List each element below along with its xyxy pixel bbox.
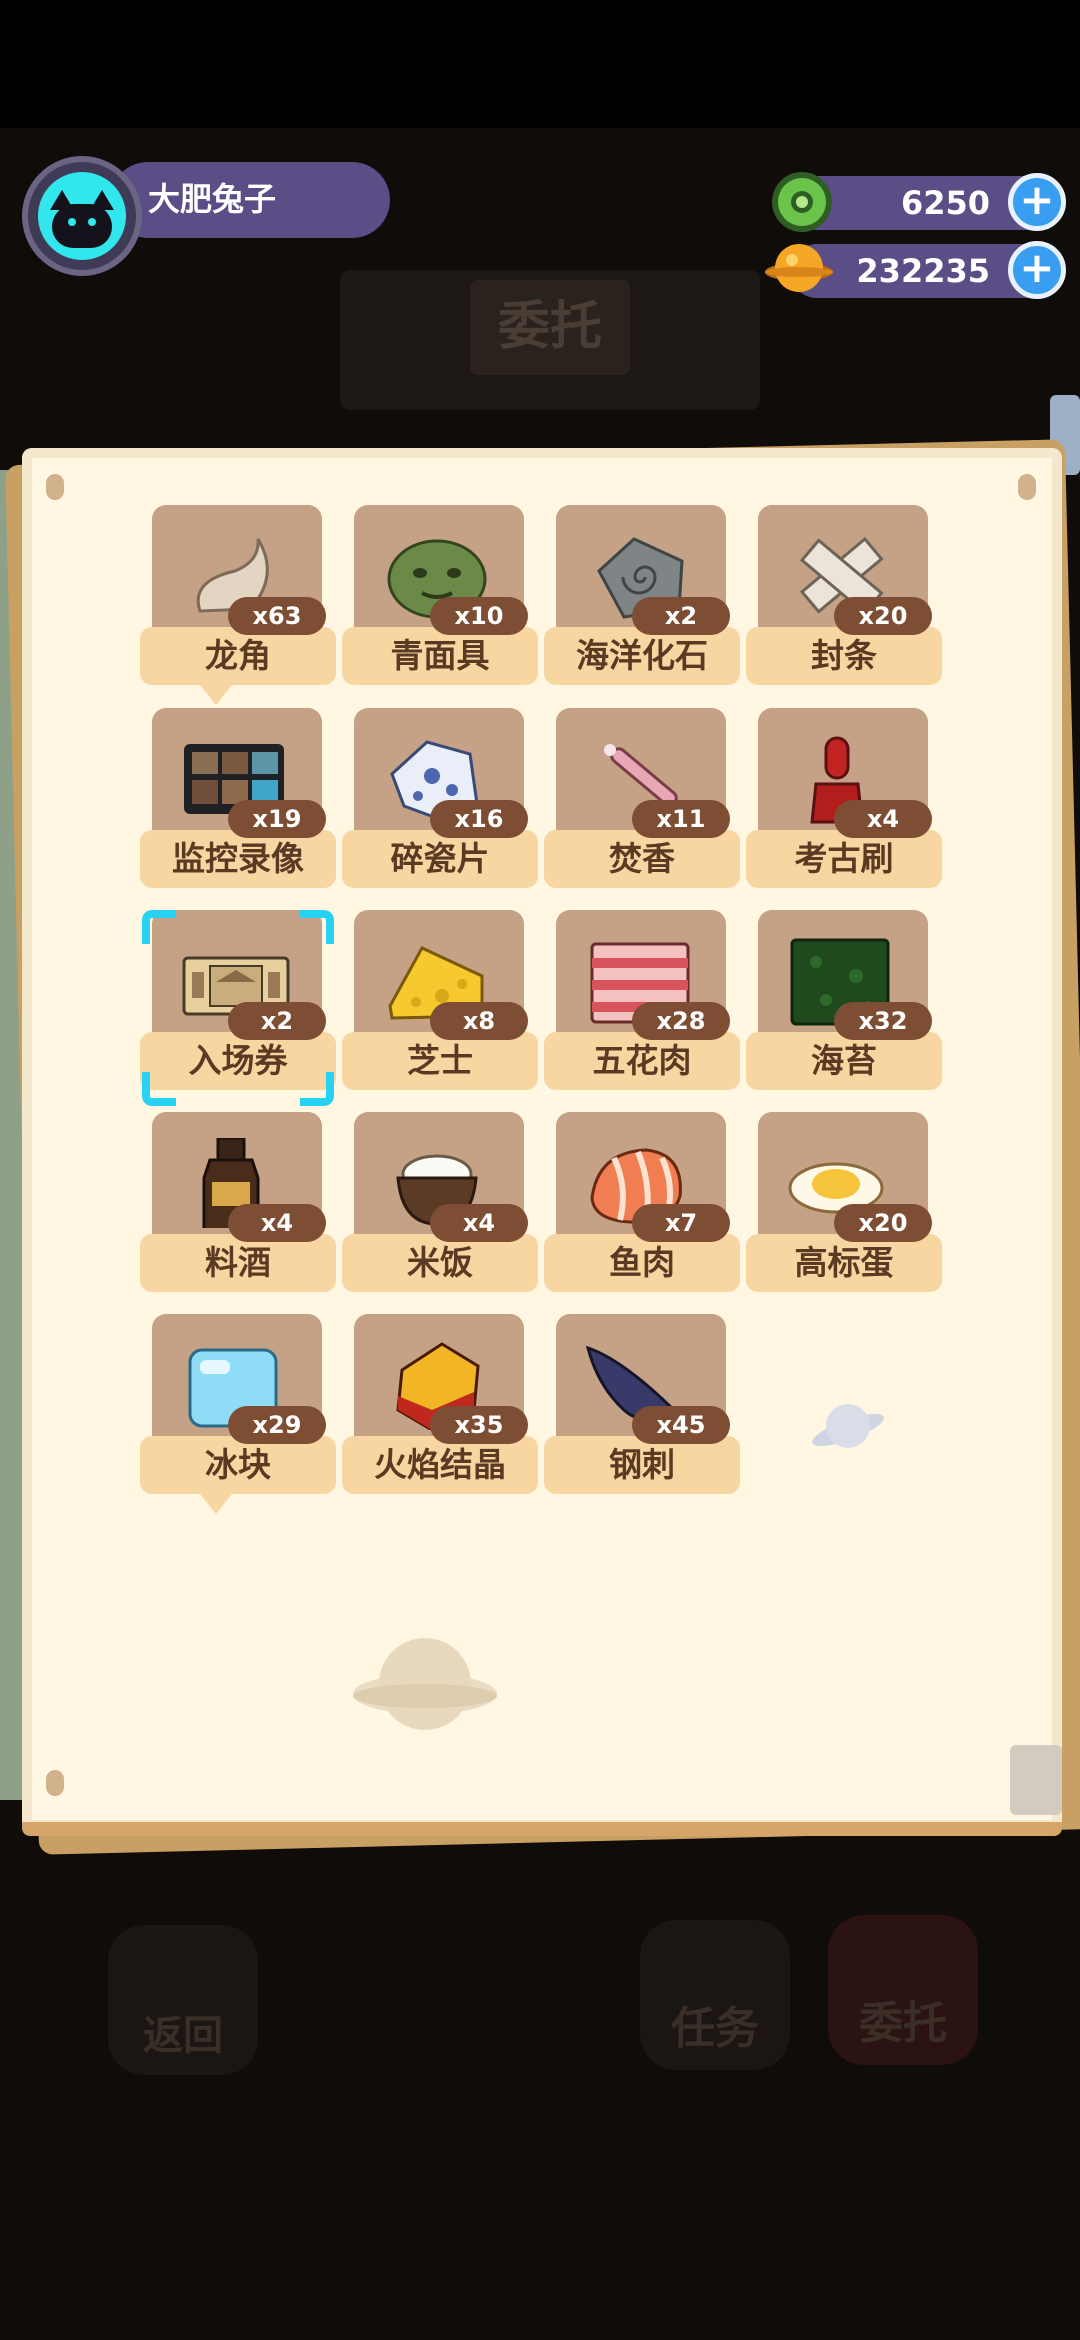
selection-corner xyxy=(142,910,176,944)
item-count: x4 xyxy=(430,1204,528,1242)
item-count: x20 xyxy=(834,597,932,635)
label-tail xyxy=(200,1494,232,1514)
item-name: 钢刺 xyxy=(544,1436,740,1494)
panel-bottom-edge xyxy=(22,1822,1062,1836)
item-name: 封条 xyxy=(746,627,942,685)
item-name: 米饭 xyxy=(342,1234,538,1292)
inventory-item[interactable]: 龙角 x63 xyxy=(140,505,336,705)
inventory-item[interactable]: 鱼肉 x7 xyxy=(544,1112,740,1308)
pin-icon xyxy=(46,474,64,500)
inventory-item[interactable]: 火焰结晶 x35 xyxy=(342,1314,538,1510)
item-name: 料酒 xyxy=(140,1234,336,1292)
inventory-item[interactable]: 五花肉 x28 xyxy=(544,910,740,1106)
background-sign: 委托 xyxy=(470,280,630,375)
item-count: x29 xyxy=(228,1406,326,1444)
item-count: x20 xyxy=(834,1204,932,1242)
item-name: 焚香 xyxy=(544,830,740,888)
cat-eye-icon xyxy=(68,218,76,226)
inventory-item[interactable]: 碎瓷片 x16 xyxy=(342,708,538,904)
item-count: x2 xyxy=(228,1002,326,1040)
item-name: 青面具 xyxy=(342,627,538,685)
background-task-button: 任务 xyxy=(640,1920,790,2070)
inventory-item[interactable]: 料酒 x4 xyxy=(140,1112,336,1308)
add-green-coin-button[interactable]: + xyxy=(1008,173,1066,231)
inventory-item[interactable]: 海洋化石 x2 xyxy=(544,505,740,701)
inventory-item[interactable]: 考古刷 x4 xyxy=(746,708,942,904)
selection-corner xyxy=(300,1072,334,1106)
item-count: x4 xyxy=(834,800,932,838)
background-commission-button: 委托 xyxy=(828,1915,978,2065)
item-count: x10 xyxy=(430,597,528,635)
item-name: 碎瓷片 xyxy=(342,830,538,888)
item-count: x45 xyxy=(632,1406,730,1444)
item-count: x32 xyxy=(834,1002,932,1040)
item-name: 监控录像 xyxy=(140,830,336,888)
inventory-item[interactable]: 米饭 x4 xyxy=(342,1112,538,1308)
green-coin-icon xyxy=(770,170,834,234)
item-name: 芝士 xyxy=(342,1032,538,1090)
cat-face-icon xyxy=(52,204,112,248)
item-count: x2 xyxy=(632,597,730,635)
status-bar-area xyxy=(0,0,1080,128)
item-count: x28 xyxy=(632,1002,730,1040)
inventory-item[interactable]: 芝士 x8 xyxy=(342,910,538,1106)
planet-decoration-icon xyxy=(808,1390,888,1460)
item-count: x11 xyxy=(632,800,730,838)
gold-planet-amount: 232235 xyxy=(856,252,990,290)
label-tail xyxy=(200,685,232,705)
item-count: x63 xyxy=(228,597,326,635)
item-name: 考古刷 xyxy=(746,830,942,888)
item-name: 海苔 xyxy=(746,1032,942,1090)
green-coin-amount: 6250 xyxy=(900,184,990,222)
paper-fold-corner xyxy=(1010,1745,1062,1815)
item-name: 冰块 xyxy=(140,1436,336,1494)
item-name: 火焰结晶 xyxy=(342,1436,538,1494)
gold-planet-icon xyxy=(764,238,833,302)
planet-watermark-icon xyxy=(350,1628,500,1748)
inventory-item-selected[interactable]: 入场券 x2 xyxy=(140,910,336,1106)
item-count: x4 xyxy=(228,1204,326,1242)
item-name: 鱼肉 xyxy=(544,1234,740,1292)
inventory-item[interactable]: 监控录像 x19 xyxy=(140,708,336,904)
inventory-item[interactable]: 焚香 x11 xyxy=(544,708,740,904)
item-count: x8 xyxy=(430,1002,528,1040)
avatar[interactable] xyxy=(38,172,126,260)
item-count: x35 xyxy=(430,1406,528,1444)
item-name: 五花肉 xyxy=(544,1032,740,1090)
pin-icon xyxy=(46,1770,64,1796)
background-back-button: 返回 xyxy=(108,1925,258,2075)
item-name: 龙角 xyxy=(140,627,336,685)
inventory-item[interactable]: 高标蛋 x20 xyxy=(746,1112,942,1308)
item-name: 高标蛋 xyxy=(746,1234,942,1292)
inventory-item[interactable]: 青面具 x10 xyxy=(342,505,538,701)
item-count: x19 xyxy=(228,800,326,838)
inventory-item[interactable]: 冰块 x29 xyxy=(140,1314,336,1514)
inventory-item[interactable]: 钢刺 x45 xyxy=(544,1314,740,1510)
selection-corner xyxy=(142,1072,176,1106)
inventory-item[interactable]: 海苔 x32 xyxy=(746,910,942,1106)
item-count: x7 xyxy=(632,1204,730,1242)
add-gold-planet-button[interactable]: + xyxy=(1008,241,1066,299)
cat-eye-icon xyxy=(88,218,96,226)
inventory-item[interactable]: 封条 x20 xyxy=(746,505,942,701)
item-count: x16 xyxy=(430,800,528,838)
player-name: 大肥兔子 xyxy=(148,180,277,218)
pin-icon xyxy=(1018,474,1036,500)
selection-corner xyxy=(300,910,334,944)
item-name: 海洋化石 xyxy=(544,627,740,685)
